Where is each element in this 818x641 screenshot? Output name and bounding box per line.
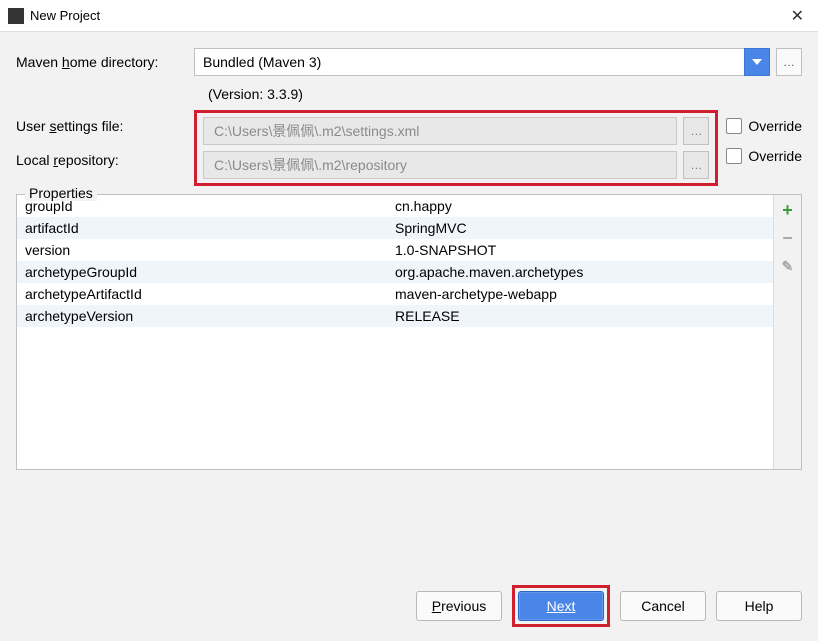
maven-home-combo[interactable]: Bundled (Maven 3) <box>194 48 745 76</box>
highlighted-paths-box: C:\Users\景佩佩\.m2\settings.xml … C:\Users… <box>194 110 718 186</box>
properties-fieldset: Properties groupId cn.happy artifactId S… <box>16 194 802 470</box>
table-row[interactable]: archetypeGroupId org.apache.maven.archet… <box>17 261 773 283</box>
app-icon <box>8 8 24 24</box>
local-repo-browse-button[interactable]: … <box>683 151 709 179</box>
table-row[interactable]: artifactId SpringMVC <box>17 217 773 239</box>
table-row[interactable]: groupId cn.happy <box>17 195 773 217</box>
close-icon[interactable]: ✕ <box>785 6 810 26</box>
settings-file-label: User settings file: <box>16 118 194 134</box>
local-repo-input: C:\Users\景佩佩\.m2\repository <box>203 151 677 179</box>
remove-property-icon[interactable]: − <box>779 229 797 247</box>
settings-file-input: C:\Users\景佩佩\.m2\settings.xml <box>203 117 677 145</box>
repo-override-label: Override <box>748 148 802 164</box>
combo-dropdown-icon[interactable] <box>744 48 770 76</box>
local-repo-label: Local repository: <box>16 152 194 168</box>
properties-legend: Properties <box>25 185 97 201</box>
maven-version-text: (Version: 3.3.9) <box>194 82 802 110</box>
settings-browse-button[interactable]: … <box>683 117 709 145</box>
maven-home-value: Bundled (Maven 3) <box>203 54 321 70</box>
cancel-button[interactable]: Cancel <box>620 591 706 621</box>
table-empty-area <box>17 327 773 469</box>
next-button-highlight: Next <box>512 585 610 627</box>
window-title: New Project <box>30 8 100 23</box>
repo-override-checkbox[interactable] <box>726 148 742 164</box>
maven-home-label: Maven home directory: <box>16 54 194 70</box>
table-row[interactable]: archetypeVersion RELEASE <box>17 305 773 327</box>
table-row[interactable]: version 1.0-SNAPSHOT <box>17 239 773 261</box>
titlebar: New Project ✕ <box>0 0 818 32</box>
settings-override-checkbox[interactable] <box>726 118 742 134</box>
previous-button[interactable]: Previous <box>416 591 502 621</box>
maven-home-browse-button[interactable]: … <box>776 48 802 76</box>
edit-property-icon[interactable]: ✎ <box>779 257 797 275</box>
add-property-icon[interactable]: + <box>779 201 797 219</box>
next-button[interactable]: Next <box>518 591 604 621</box>
properties-table[interactable]: groupId cn.happy artifactId SpringMVC ve… <box>17 195 773 469</box>
help-button[interactable]: Help <box>716 591 802 621</box>
settings-override-label: Override <box>748 118 802 134</box>
table-row[interactable]: archetypeArtifactId maven-archetype-weba… <box>17 283 773 305</box>
